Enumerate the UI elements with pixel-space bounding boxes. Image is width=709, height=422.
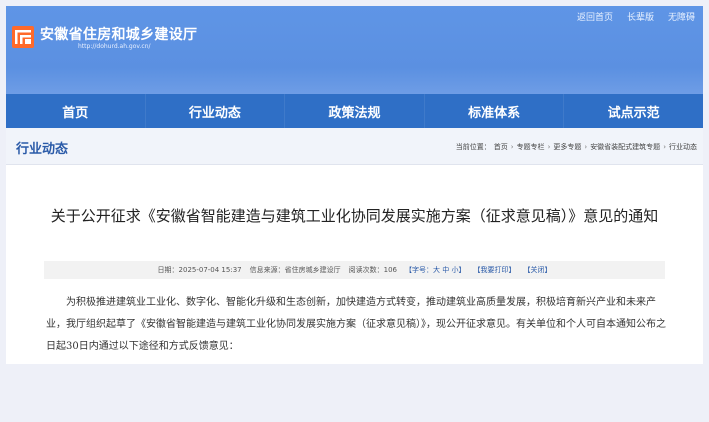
nav-item-standards[interactable]: 标准体系: [425, 94, 565, 128]
home-link[interactable]: 返回首页: [577, 10, 613, 23]
nav-item-industry-news[interactable]: 行业动态: [146, 94, 286, 128]
breadcrumb-separator: ›: [663, 143, 666, 151]
nav-item-pilots[interactable]: 试点示范: [564, 94, 703, 128]
elder-version-link[interactable]: 长辈版: [627, 10, 654, 23]
breadcrumb-bar: 行业动态 当前位置： 首页 › 专题专栏 › 更多专题 › 安徽省装配式建筑专题…: [6, 128, 703, 165]
article-source: 信息来源：省住房城乡建设厅: [249, 266, 341, 274]
breadcrumb-item[interactable]: 更多专题: [553, 142, 581, 152]
main-nav: 首页 行业动态 政策法规 标准体系 试点示范: [6, 94, 703, 128]
views-label: 阅读次数：: [348, 266, 384, 274]
close-button[interactable]: 【关闭】: [523, 265, 551, 275]
accessibility-link[interactable]: 无障碍: [668, 10, 695, 23]
article-title: 关于公开征求《安徽省智能建造与建筑工业化协同发展实施方案（征求意见稿）》意见的通…: [50, 207, 659, 225]
views-count: 106: [383, 266, 397, 274]
article-meta: 日期：2025-07-04 15:37 信息来源：省住房城乡建设厅 阅读次数：1…: [44, 261, 665, 279]
breadcrumb-item[interactable]: 首页: [494, 142, 508, 152]
site-banner: 安徽省住房和城乡建设厅 http://dohurd.ah.gov.cn/ 返回首…: [6, 6, 703, 94]
article-paragraph: 为积极推进建筑业工业化、数字化、智能化升级和生态创新，加快建造方式转变，推动建筑…: [46, 297, 666, 352]
article-date: 日期：2025-07-04 15:37: [157, 266, 242, 274]
print-button[interactable]: 【我要打印】: [473, 265, 515, 275]
breadcrumb-item[interactable]: 专题专栏: [517, 142, 545, 152]
breadcrumb-separator: ›: [510, 143, 514, 151]
section-title: 行业动态: [16, 142, 69, 157]
site-url: http://dohurd.ah.gov.cn/: [78, 43, 151, 50]
font-size-switcher[interactable]: 【字号：大 中 小】: [405, 265, 465, 275]
page: 安徽省住房和城乡建设厅 http://dohurd.ah.gov.cn/ 返回首…: [6, 6, 703, 364]
top-links: 返回首页 长辈版 无障碍: [577, 10, 695, 23]
logo-icon[interactable]: [12, 26, 34, 48]
breadcrumb-item[interactable]: 安徽省装配式建筑专题: [590, 142, 660, 152]
nav-item-home[interactable]: 首页: [6, 94, 146, 128]
site-title[interactable]: 安徽省住房和城乡建设厅: [40, 24, 197, 44]
breadcrumb-item[interactable]: 行业动态: [669, 142, 697, 152]
article-views: 阅读次数：106: [349, 265, 397, 275]
breadcrumb-prefix: 当前位置：: [455, 143, 491, 151]
article: 关于公开征求《安徽省智能建造与建筑工业化协同发展实施方案（征求意见稿）》意见的通…: [6, 166, 703, 364]
breadcrumb: 当前位置： 首页 › 专题专栏 › 更多专题 › 安徽省装配式建筑专题 › 行业…: [456, 142, 697, 152]
article-body: 为积极推进建筑业工业化、数字化、智能化升级和生态创新，加快建造方式转变，推动建筑…: [46, 292, 670, 358]
breadcrumb-separator: ›: [547, 143, 551, 151]
breadcrumb-separator: ›: [584, 143, 588, 151]
nav-item-policies[interactable]: 政策法规: [285, 94, 425, 128]
